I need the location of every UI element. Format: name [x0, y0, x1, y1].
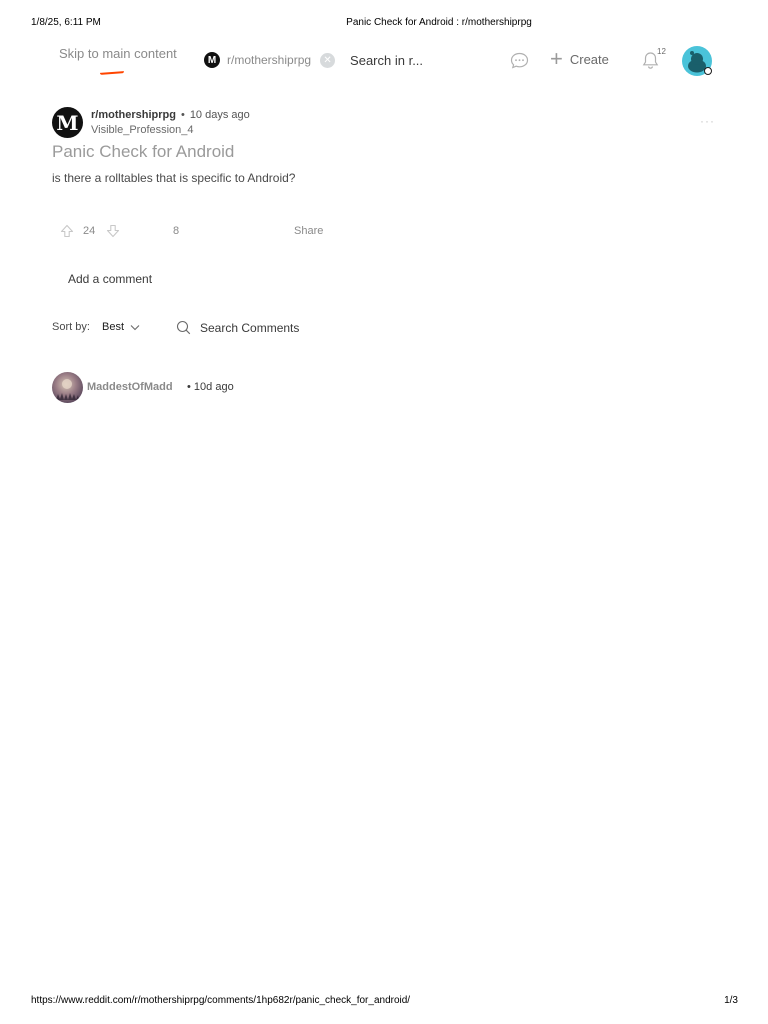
comment-time-value: 10d ago: [193, 381, 234, 393]
post-timestamp: 10 days ago: [189, 109, 250, 121]
clear-icon[interactable]: ✕: [320, 52, 336, 68]
search-comments-label: Search Comments: [200, 320, 300, 335]
subreddit-chip-icon: M: [204, 52, 220, 68]
upvote-icon[interactable]: [60, 224, 74, 238]
skip-to-main-link[interactable]: Skip to main content: [59, 46, 177, 61]
meta-separator: •: [180, 109, 185, 121]
subreddit-avatar[interactable]: M: [52, 107, 83, 138]
more-options-icon[interactable]: ···: [700, 114, 715, 128]
subreddit-chip-label: r/mothershiprpg: [227, 53, 312, 67]
share-button[interactable]: Share: [294, 225, 323, 237]
comment-separator: •: [187, 381, 191, 393]
post-title: Panic Check for Android: [52, 142, 235, 161]
top-navigation: Skip to main content M r/mothershiprpg ✕…: [0, 40, 768, 80]
print-title: Panic Check for Android : r/mothershiprp…: [346, 17, 532, 28]
sort-dropdown[interactable]: Best: [102, 321, 140, 333]
reddit-logo-fragment: [99, 71, 125, 75]
comment-timestamp: • 10d ago: [187, 381, 234, 393]
create-button[interactable]: + Create: [550, 46, 609, 71]
chevron-down-icon: [130, 324, 140, 330]
search-input[interactable]: Search in r...: [350, 53, 423, 68]
post-author-link[interactable]: Visible_Profession_4: [91, 124, 194, 136]
chat-icon[interactable]: [510, 52, 529, 69]
create-label: Create: [569, 51, 609, 67]
search-comments-button[interactable]: Search Comments: [176, 320, 299, 335]
vote-count: 24: [83, 225, 96, 237]
post-meta: r/mothershiprpg • 10 days ago: [91, 109, 250, 121]
post-body: is there a rolltables that is specific t…: [52, 171, 296, 185]
online-status-indicator: [704, 67, 712, 75]
plus-icon: +: [550, 46, 563, 71]
downvote-icon[interactable]: [106, 224, 120, 238]
comments-button[interactable]: 8: [173, 225, 179, 237]
sort-label: Sort by:: [52, 321, 90, 333]
print-page-number: 1/3: [724, 995, 738, 1006]
search-bar[interactable]: M r/mothershiprpg ✕ Search in r...: [200, 48, 423, 72]
post-subreddit-link[interactable]: r/mothershiprpg: [91, 109, 176, 121]
notification-count: 12: [657, 47, 666, 56]
comment-avatar[interactable]: [52, 372, 83, 403]
sort-value: Best: [102, 321, 125, 333]
search-icon: [176, 320, 191, 335]
print-url: https://www.reddit.com/r/mothershiprpg/c…: [31, 995, 411, 1006]
comment-author-link[interactable]: MaddestOfMadd: [87, 381, 173, 393]
add-comment-input[interactable]: Add a comment: [68, 272, 152, 286]
